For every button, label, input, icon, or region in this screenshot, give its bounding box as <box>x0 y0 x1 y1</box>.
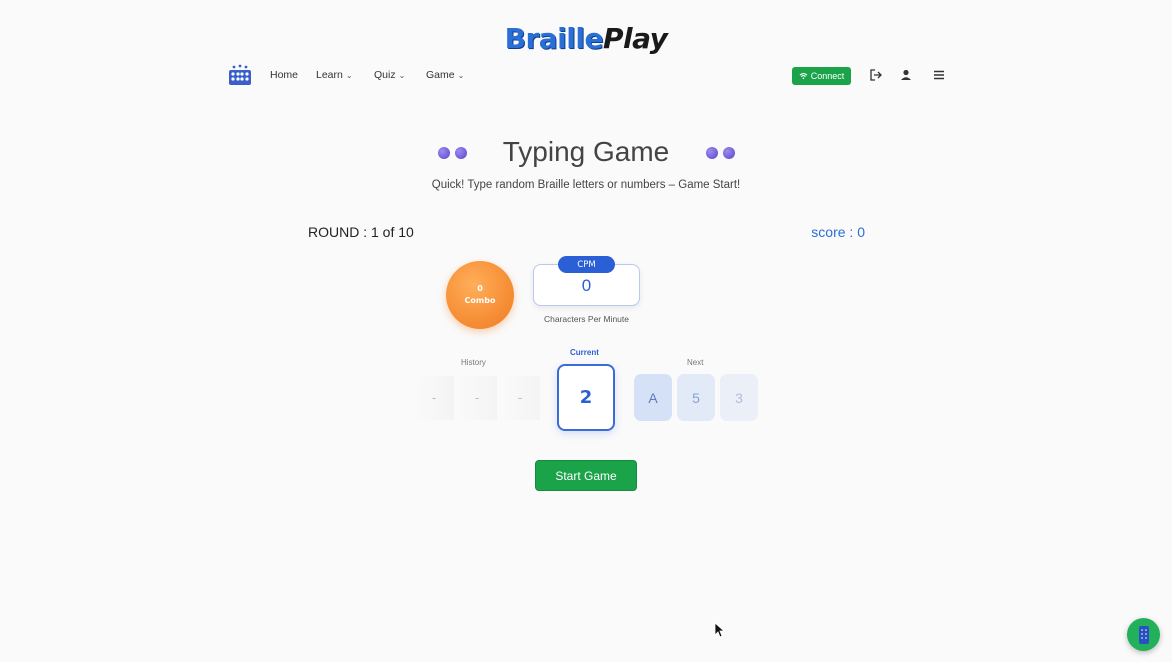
history-slot: - <box>414 376 454 420</box>
nav-game-label: Game <box>426 69 455 81</box>
decorative-dot-icon <box>723 147 735 159</box>
braille-cells-icon[interactable] <box>228 64 252 86</box>
combo-badge: 0 Combo <box>446 261 514 329</box>
nav-learn-label: Learn <box>316 69 343 81</box>
cpm-caption: Characters Per Minute <box>543 314 630 324</box>
combo-value: 0 <box>477 284 483 293</box>
current-label: Current <box>570 348 599 357</box>
title-row: Typing Game <box>0 134 1172 174</box>
decorative-dot-icon <box>706 147 718 159</box>
round-counter: ROUND : 1 of 10 <box>308 224 414 240</box>
chevron-down-icon: ⌄ <box>345 71 353 80</box>
user-icon[interactable] <box>899 68 913 82</box>
nav-game[interactable]: Game ⌄ <box>426 69 464 81</box>
nav-learn[interactable]: Learn ⌄ <box>316 69 353 81</box>
next-letter-box: 5 <box>677 374 715 421</box>
score-display: score : 0 <box>811 224 865 240</box>
next-label: Next <box>687 358 704 367</box>
chevron-down-icon: ⌄ <box>457 71 465 80</box>
connect-button[interactable]: Connect <box>792 67 851 85</box>
chevron-down-icon: ⌄ <box>398 71 406 80</box>
page-title: Typing Game <box>502 136 670 167</box>
cpm-value: 0 <box>581 276 592 295</box>
history-label: History <box>461 358 486 367</box>
logo-part-braille: Braille <box>504 22 604 55</box>
next-letter-box: 3 <box>720 374 758 421</box>
start-game-button[interactable]: Start Game <box>535 460 637 491</box>
brand-logo[interactable]: BraillePlay <box>0 22 1172 55</box>
page-subtitle: Quick! Type random Braille letters or nu… <box>431 179 741 191</box>
nav-quiz-label: Quiz <box>374 69 396 81</box>
braille-device-icon <box>1138 625 1149 644</box>
nav-quiz[interactable]: Quiz ⌄ <box>374 69 405 81</box>
cpm-tag: CPM <box>558 256 615 273</box>
nav-home[interactable]: Home <box>270 69 298 81</box>
next-letter-box: A <box>634 374 672 421</box>
navbar: Home Learn ⌄ Quiz ⌄ Game ⌄ Connect <box>228 62 948 90</box>
mouse-cursor-icon <box>714 622 724 638</box>
wifi-icon <box>799 72 808 80</box>
hamburger-menu-icon[interactable] <box>932 68 946 82</box>
history-slot: - <box>500 376 540 420</box>
connect-label: Connect <box>810 71 845 81</box>
floating-device-button[interactable] <box>1127 618 1160 651</box>
combo-label: Combo <box>464 296 496 305</box>
logo-part-play: Play <box>602 22 668 55</box>
current-letter-box: 2 <box>557 364 615 431</box>
history-slot: - <box>457 376 497 420</box>
logout-icon[interactable] <box>869 68 883 82</box>
